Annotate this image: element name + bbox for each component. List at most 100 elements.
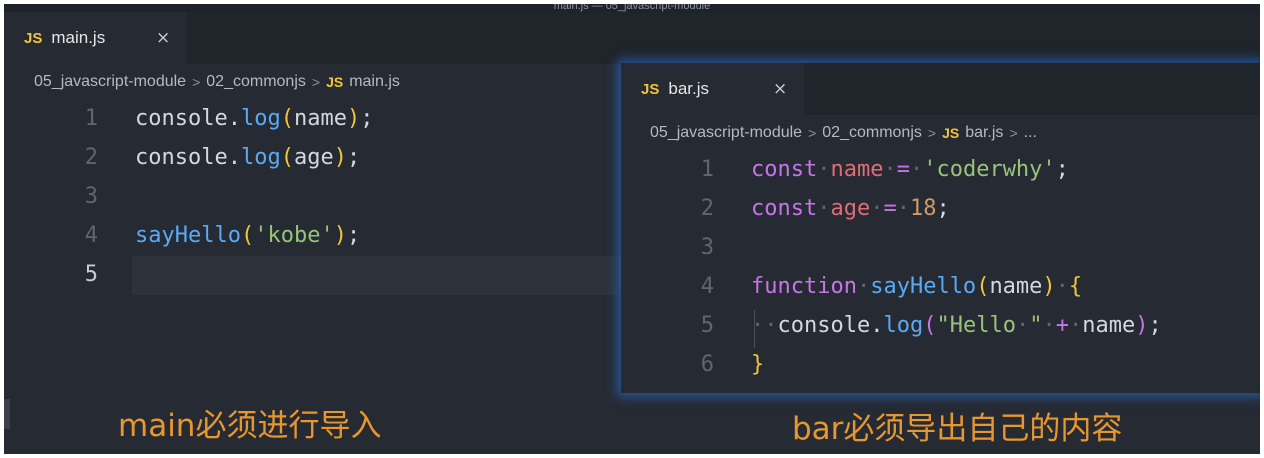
code-token: ·· — [751, 313, 778, 338]
code-token: · — [856, 274, 871, 299]
line-number: 6 — [700, 352, 714, 377]
code-editor-right[interactable]: 1 const·name·=·'coderwhy'; 2 const·age·=·18… — [621, 150, 1260, 390]
code-text: ··console.log("Hello·"·+·name); — [751, 306, 1162, 345]
code-line[interactable]: 4 function·sayHello(name)·{ — [621, 267, 1260, 306]
code-line[interactable]: 2 const·age·=·18; — [621, 189, 1260, 228]
code-token: log — [240, 145, 281, 170]
right-tab-strip: JS bar.js × — [621, 63, 1260, 115]
line-number: 1 — [84, 106, 98, 131]
code-token: ( — [240, 223, 255, 248]
code-token: · — [1068, 313, 1083, 338]
line-number: 4 — [84, 223, 98, 248]
breadcrumb-folder[interactable]: 02_commonjs — [822, 124, 922, 142]
code-line[interactable]: 2 console.log(age); — [4, 138, 621, 177]
split-editor-bar-js[interactable]: JS bar.js × 05_javascript-module > 02_co… — [621, 63, 1260, 393]
code-token: · — [1015, 313, 1030, 338]
code-token: + — [1055, 313, 1069, 338]
code-text: } — [751, 345, 764, 384]
code-token: const — [751, 157, 818, 182]
code-line[interactable]: 3 — [621, 228, 1260, 267]
line-number: 4 — [700, 274, 714, 299]
breadcrumb-folder[interactable]: 05_javascript-module — [650, 124, 802, 142]
breadcrumb-folder[interactable]: 05_javascript-module — [34, 73, 186, 91]
js-file-icon: JS — [326, 74, 344, 90]
line-number: 5 — [700, 313, 714, 338]
line-number: 2 — [84, 145, 98, 170]
code-line[interactable]: 3 — [4, 177, 621, 216]
code-token: { — [1068, 274, 1083, 299]
code-line[interactable]: 6} — [621, 345, 1260, 384]
code-line[interactable]: 5 ··console.log("Hello·"·+·name); — [621, 306, 1260, 345]
code-line[interactable]: 4 sayHello('kobe'); — [4, 216, 621, 255]
breadcrumb-folder[interactable]: 02_commonjs — [206, 73, 306, 91]
code-text: function·sayHello(name)·{ — [751, 267, 1082, 306]
code-text: console.log(name); — [135, 99, 373, 138]
code-token: · — [883, 157, 897, 182]
code-token: ( — [923, 313, 937, 338]
code-token: · — [817, 196, 831, 221]
code-token: console. — [135, 106, 241, 131]
code-token: ; — [346, 145, 361, 170]
tab-label: main.js — [51, 28, 106, 47]
left-tab-strip: JS main.js × — [4, 12, 1260, 64]
code-token: name — [830, 157, 884, 182]
breadcrumb-right: 05_javascript-module > 02_commonjs > JS … — [650, 124, 1037, 142]
breadcrumb-left: 05_javascript-module > 02_commonjs > JS … — [34, 73, 400, 91]
tab-label: bar.js — [668, 79, 709, 98]
code-token: · — [1055, 274, 1069, 299]
line-number: 3 — [700, 235, 714, 260]
code-line[interactable]: 1 console.log(name); — [4, 99, 621, 138]
window-title: main.js — 05_javascript-module — [4, 4, 1260, 12]
js-file-icon: JS — [24, 29, 43, 47]
code-token: } — [751, 352, 765, 377]
code-token: ( — [976, 274, 990, 299]
js-file-icon: JS — [641, 80, 660, 98]
close-icon[interactable]: × — [773, 79, 787, 99]
vscode-window: main.js — 05_javascript-module JS main.j… — [4, 4, 1260, 454]
code-token: log — [240, 106, 281, 131]
code-token: console. — [135, 145, 241, 170]
code-token: ; — [1055, 157, 1069, 182]
code-text: const·age·=·18; — [751, 189, 950, 228]
code-token: · — [1042, 313, 1056, 338]
code-line[interactable]: 1 const·name·=·'coderwhy'; — [621, 150, 1260, 189]
chevron-right-icon: > — [311, 74, 321, 90]
code-token: ) — [1135, 313, 1149, 338]
breadcrumb-file[interactable]: main.js — [349, 73, 400, 91]
code-token: 18 — [909, 196, 937, 221]
code-token: ( — [280, 106, 294, 131]
code-token: ; — [346, 223, 361, 248]
code-line[interactable]: 5 — [4, 255, 621, 294]
code-token: = — [896, 157, 910, 182]
code-text: console.log(age); — [135, 138, 360, 177]
breadcrumb-symbols[interactable]: ... — [1024, 124, 1037, 142]
code-token: const — [751, 196, 818, 221]
close-icon[interactable]: × — [156, 28, 170, 48]
code-token: "Hello — [936, 313, 1016, 338]
code-token: sayHello — [135, 223, 241, 248]
line-number: 1 — [700, 157, 714, 182]
code-token: 'kobe' — [254, 223, 334, 248]
code-token: name — [989, 274, 1043, 299]
chevron-right-icon: > — [808, 125, 817, 141]
code-editor-left[interactable]: 1 console.log(name); 2 console.log(age); 3 4 s… — [4, 99, 621, 299]
code-token: · — [909, 157, 924, 182]
line-number: 3 — [84, 184, 98, 209]
code-token: name — [293, 106, 347, 131]
code-token: ( — [280, 145, 294, 170]
chevron-right-icon: > — [1009, 125, 1018, 141]
tab-main-js[interactable]: JS main.js × — [4, 12, 187, 64]
code-token: 'coderwhy' — [923, 157, 1056, 182]
caption-right: bar必须导出自己的内容 — [792, 411, 1123, 447]
code-token: · — [817, 157, 831, 182]
code-token: ; — [360, 106, 374, 131]
sash-handle[interactable] — [4, 399, 10, 429]
chevron-right-icon: > — [192, 74, 201, 90]
code-token: console. — [777, 313, 884, 338]
code-token: ) — [1042, 274, 1056, 299]
code-token: function — [751, 274, 857, 299]
code-token: ) — [333, 145, 347, 170]
tab-bar-js[interactable]: JS bar.js × — [621, 63, 804, 115]
code-text: sayHello('kobe'); — [135, 216, 360, 255]
breadcrumb-file[interactable]: bar.js — [965, 124, 1003, 142]
